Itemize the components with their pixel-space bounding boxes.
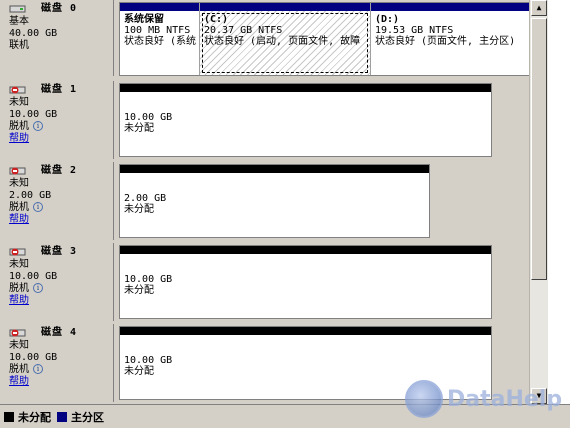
disk-name: 磁盘 0 bbox=[41, 3, 78, 14]
disk-info-panel[interactable]: 磁盘 3 未知 10.00 GB 脱机 i 帮助 bbox=[3, 243, 114, 321]
disk-status: 脱机 bbox=[9, 283, 29, 294]
disk-drive-icon bbox=[9, 4, 27, 14]
disk-list: 磁盘 0 基本 40.00 GB 联机 系统保留 100 MB NTFS 状态良… bbox=[0, 0, 548, 404]
info-icon[interactable]: i bbox=[33, 121, 43, 131]
disk-status: 脱机 bbox=[9, 202, 29, 213]
disk-size: 2.00 GB bbox=[9, 190, 52, 201]
disk-info-panel[interactable]: 磁盘 4 未知 10.00 GB 脱机 i 帮助 bbox=[3, 324, 114, 402]
disk-type: 未知 bbox=[9, 340, 29, 351]
partition-status: 未分配 bbox=[124, 204, 154, 215]
partition-size: 10.00 GB bbox=[124, 274, 173, 285]
disk-size: 10.00 GB bbox=[9, 109, 58, 120]
partition-system-reserved[interactable]: 系统保留 100 MB NTFS 状态良好 (系统 bbox=[120, 3, 200, 75]
scroll-thumb[interactable] bbox=[531, 18, 547, 280]
partition-bar: 10.00 GB 未分配 bbox=[119, 245, 492, 319]
disk-info-panel[interactable]: 磁盘 0 基本 40.00 GB 联机 bbox=[3, 0, 114, 76]
disk-status: 联机 bbox=[9, 40, 29, 51]
offline-disk-icon bbox=[9, 328, 27, 338]
partition-bar: 2.00 GB 未分配 bbox=[119, 164, 430, 238]
legend-swatch bbox=[4, 411, 14, 422]
partition-status: 状态良好 (系统 bbox=[124, 36, 197, 47]
disk-status: 脱机 bbox=[9, 364, 29, 375]
disk-name: 磁盘 4 bbox=[41, 327, 78, 338]
watermark-logo-icon bbox=[405, 380, 443, 418]
partition-c-drive[interactable]: (C:) 20.37 GB NTFS 状态良好 (启动, 页面文件, 故障 bbox=[200, 3, 371, 75]
disk-name: 磁盘 2 bbox=[41, 165, 78, 176]
help-link[interactable]: 帮助 bbox=[9, 376, 29, 387]
offline-disk-icon bbox=[9, 247, 27, 257]
disk-management-view: 磁盘 0 基本 40.00 GB 联机 系统保留 100 MB NTFS 状态良… bbox=[0, 0, 570, 428]
legend-swatch bbox=[57, 411, 67, 422]
disk-status: 脱机 bbox=[9, 121, 29, 132]
disk-row: 磁盘 2 未知 2.00 GB 脱机 i 帮助 2.00 GB 未分配 bbox=[0, 162, 548, 240]
help-link[interactable]: 帮助 bbox=[9, 295, 29, 306]
partition-size: 100 MB NTFS bbox=[124, 25, 191, 36]
partition-d-drive[interactable]: (D:) 19.53 GB NTFS 状态良好 (页面文件, 主分区) bbox=[371, 3, 547, 75]
disk-type: 未知 bbox=[9, 97, 29, 108]
disk-size: 40.00 GB bbox=[9, 28, 58, 39]
vertical-scrollbar[interactable]: ▲ ▼ bbox=[529, 0, 548, 404]
disk-type: 基本 bbox=[9, 16, 29, 27]
legend-item: 主分区 bbox=[57, 409, 104, 425]
disk-name: 磁盘 3 bbox=[41, 246, 78, 257]
legend-item: 未分配 bbox=[4, 409, 51, 425]
partition-size: 10.00 GB bbox=[124, 112, 173, 123]
watermark-text: DataHelp bbox=[447, 386, 563, 412]
partition-unallocated[interactable]: 10.00 GB 未分配 bbox=[120, 84, 491, 156]
partition-unallocated[interactable]: 2.00 GB 未分配 bbox=[120, 165, 429, 237]
partition-bar: 系统保留 100 MB NTFS 状态良好 (系统 (C:) 20.37 GB … bbox=[119, 2, 548, 76]
partition-title: (D:) bbox=[375, 14, 400, 25]
partition-status: 未分配 bbox=[124, 366, 154, 377]
partition-status: 状态良好 (页面文件, 主分区) bbox=[375, 36, 516, 47]
legend-label: 未分配 bbox=[18, 410, 51, 424]
disk-row: 磁盘 1 未知 10.00 GB 脱机 i 帮助 10.00 GB 未分配 bbox=[0, 81, 548, 159]
disk-info-panel[interactable]: 磁盘 2 未知 2.00 GB 脱机 i 帮助 bbox=[3, 162, 114, 240]
partition-status: 未分配 bbox=[124, 123, 154, 134]
info-icon[interactable]: i bbox=[33, 364, 43, 374]
partition-unallocated[interactable]: 10.00 GB 未分配 bbox=[120, 246, 491, 318]
partition-title: 系统保留 bbox=[124, 14, 164, 25]
watermark: DataHelp bbox=[405, 380, 562, 418]
legend-label: 主分区 bbox=[71, 410, 104, 424]
disk-size: 10.00 GB bbox=[9, 352, 58, 363]
disk-type: 未知 bbox=[9, 178, 29, 189]
offline-disk-icon bbox=[9, 166, 27, 176]
disk-info-panel[interactable]: 磁盘 1 未知 10.00 GB 脱机 i 帮助 bbox=[3, 81, 114, 159]
partition-status: 状态良好 (启动, 页面文件, 故障 bbox=[204, 36, 361, 47]
info-icon[interactable]: i bbox=[33, 202, 43, 212]
disk-type: 未知 bbox=[9, 259, 29, 270]
disk-row: 磁盘 3 未知 10.00 GB 脱机 i 帮助 10.00 GB 未分配 bbox=[0, 243, 548, 321]
partition-size: 10.00 GB bbox=[124, 355, 173, 366]
partition-title: (C:) bbox=[204, 14, 229, 25]
disk-size: 10.00 GB bbox=[9, 271, 58, 282]
partition-status: 未分配 bbox=[124, 285, 154, 296]
disk-row: 磁盘 0 基本 40.00 GB 联机 系统保留 100 MB NTFS 状态良… bbox=[0, 0, 548, 78]
partition-size: 2.00 GB bbox=[124, 193, 167, 204]
help-link[interactable]: 帮助 bbox=[9, 214, 29, 225]
offline-disk-icon bbox=[9, 85, 27, 95]
info-icon[interactable]: i bbox=[33, 283, 43, 293]
partition-size: 19.53 GB NTFS bbox=[375, 25, 454, 36]
disk-name: 磁盘 1 bbox=[41, 84, 78, 95]
help-link[interactable]: 帮助 bbox=[9, 133, 29, 144]
scroll-up-icon[interactable]: ▲ bbox=[531, 0, 547, 16]
partition-bar: 10.00 GB 未分配 bbox=[119, 83, 492, 157]
partition-size: 20.37 GB NTFS bbox=[204, 25, 283, 36]
